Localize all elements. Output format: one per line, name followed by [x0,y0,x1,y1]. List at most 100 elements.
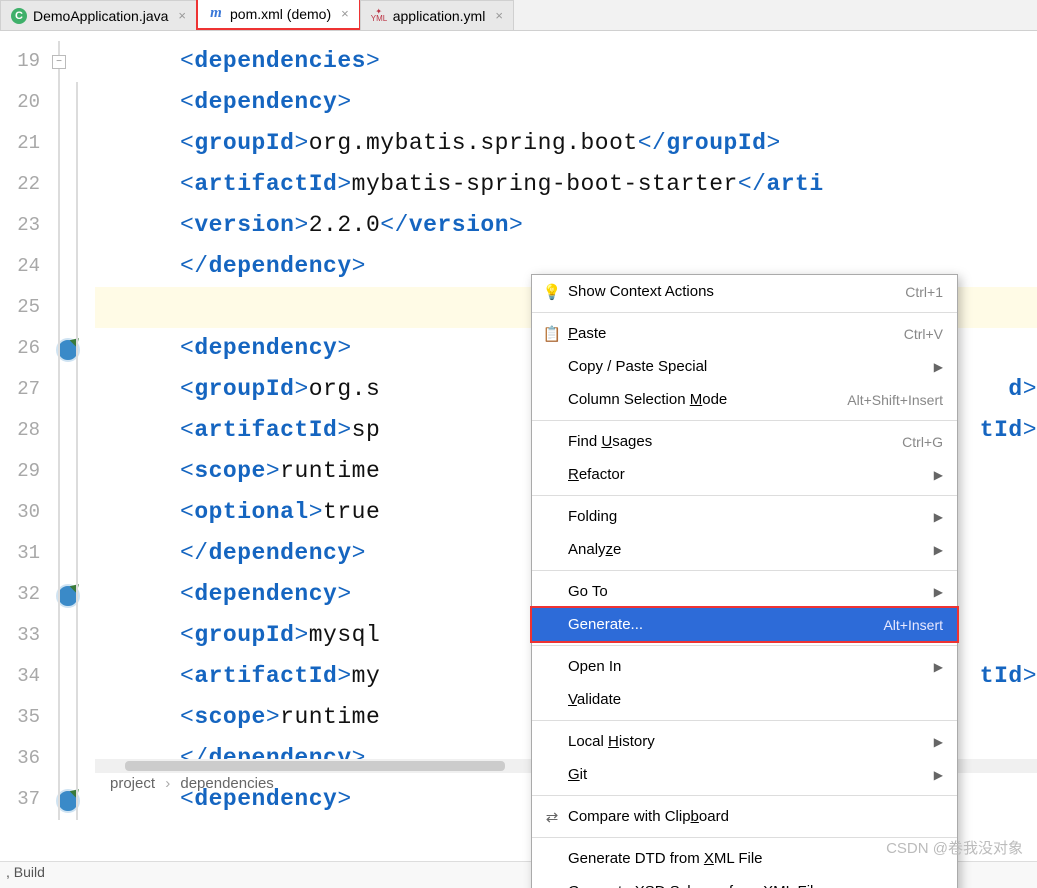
menu-shortcut: Ctrl+V [904,326,943,342]
line-number: 28 [0,410,50,451]
menu-item-label: Local History [564,733,934,750]
menu-item-label: Compare with Clipboard [564,808,943,825]
tab-label: application.yml [393,8,486,24]
menu-item-go-to[interactable]: Go To▶ [532,575,957,608]
line-number: 21 [0,123,50,164]
tab-application-yml[interactable]: ✦YML application.yml × [360,0,514,30]
line-number: 19 [0,41,50,82]
line-number: 24 [0,246,50,287]
menu-item-generate-xsd-schema-from-xml-file-[interactable]: Generate XSD Schema from XML File... [532,875,957,888]
editor-tabs: CDemoApplication.java×mpom.xml (demo)×✦Y… [0,0,1037,31]
line-number: 32 [0,574,50,615]
line-number: 33 [0,615,50,656]
menu-item-local-history[interactable]: Local History▶ [532,725,957,758]
line-number: 23 [0,205,50,246]
code-line[interactable]: <dependencies> [95,41,1037,82]
menu-separator [532,495,957,496]
line-number: 20 [0,82,50,123]
line-number: 29 [0,451,50,492]
menu-item-column-selection-mode[interactable]: Column Selection ModeAlt+Shift+Insert [532,383,957,416]
menu-item-find-usages[interactable]: Find UsagesCtrl+G [532,425,957,458]
scrollbar-thumb[interactable] [125,761,505,771]
java-class-icon: C [11,8,27,24]
compare-icon: ⇄ [540,808,564,826]
menu-shortcut: Ctrl+G [902,434,943,450]
line-number: 22 [0,164,50,205]
submenu-arrow-icon: ▶ [934,468,943,482]
menu-item-compare-with-clipboard[interactable]: ⇄Compare with Clipboard [532,800,957,833]
breadcrumb-item[interactable]: dependencies [180,775,273,792]
tab-label: DemoApplication.java [33,8,168,24]
menu-item-analyze[interactable]: Analyze▶ [532,533,957,566]
menu-separator [532,795,957,796]
maven-icon: m [208,6,224,22]
menu-item-show-context-actions[interactable]: 💡Show Context ActionsCtrl+1 [532,275,957,308]
submenu-arrow-icon: ▶ [934,735,943,749]
menu-separator [532,570,957,571]
fold-toggle-icon[interactable]: − [52,55,66,69]
line-number: 31 [0,533,50,574]
menu-item-copy-paste-special[interactable]: Copy / Paste Special▶ [532,350,957,383]
menu-item-validate[interactable]: Validate [532,683,957,716]
line-number: 25 [0,287,50,328]
line-number: 37 [0,779,50,820]
paste-icon: 📋 [540,325,564,343]
close-icon[interactable]: × [178,8,186,23]
watermark: CSDN @卷我没对象 [886,837,1023,858]
menu-separator [532,645,957,646]
breadcrumb[interactable]: project › dependencies [110,775,274,792]
menu-item-paste[interactable]: 📋PasteCtrl+V [532,317,957,350]
menu-item-label: Paste [564,325,904,342]
menu-shortcut: Ctrl+1 [905,284,943,300]
menu-item-label: Generate XSD Schema from XML File... [564,883,943,888]
code-line-tail: tId> [974,410,1037,451]
line-number: 27 [0,369,50,410]
code-line[interactable]: <dependency> [95,82,1037,123]
menu-shortcut: Alt+Shift+Insert [847,392,943,408]
line-number: 36 [0,738,50,779]
submenu-arrow-icon: ▶ [934,660,943,674]
breadcrumb-separator: › [165,775,170,792]
submenu-arrow-icon: ▶ [934,510,943,524]
submenu-arrow-icon: ▶ [934,543,943,557]
line-number: 30 [0,492,50,533]
code-line[interactable]: <artifactId>mybatis-spring-boot-starter<… [95,164,1037,205]
menu-item-label: Go To [564,583,934,600]
menu-item-label: Open In [564,658,934,675]
menu-item-label: Copy / Paste Special [564,358,934,375]
tab-label: pom.xml (demo) [230,6,331,22]
menu-item-generate-[interactable]: Generate...Alt+Insert [530,606,959,643]
breadcrumb-item[interactable]: project [110,775,155,792]
menu-item-label: Column Selection Mode [564,391,847,408]
code-line[interactable]: <version>2.2.0</version> [95,205,1037,246]
bulb-icon: 💡 [540,283,564,301]
status-text: , Build [6,864,45,880]
menu-item-label: Refactor [564,466,934,483]
menu-item-folding[interactable]: Folding▶ [532,500,957,533]
menu-item-refactor[interactable]: Refactor▶ [532,458,957,491]
submenu-arrow-icon: ▶ [934,585,943,599]
close-icon[interactable]: × [341,6,349,21]
tab-demoapplication-java[interactable]: C DemoApplication.java × [0,0,197,30]
submenu-arrow-icon: ▶ [934,768,943,782]
menu-separator [532,420,957,421]
menu-item-label: Find Usages [564,433,902,450]
yml-icon: ✦YML [371,8,387,24]
menu-item-label: Validate [564,691,943,708]
submenu-arrow-icon: ▶ [934,360,943,374]
menu-item-label: Folding [564,508,934,525]
fold-column: − [50,31,95,817]
code-line[interactable]: <groupId>org.mybatis.spring.boot</groupI… [95,123,1037,164]
line-number: 35 [0,697,50,738]
editor-area: 19202122232425262728293031323334353637 −… [0,31,1037,817]
menu-item-git[interactable]: Git▶ [532,758,957,791]
menu-item-open-in[interactable]: Open In▶ [532,650,957,683]
close-icon[interactable]: × [495,8,503,23]
tab-pom-xml-demo-[interactable]: m pom.xml (demo) × [196,0,361,30]
line-number: 26 [0,328,50,369]
code-line-tail: tId> [974,656,1037,697]
menu-item-label: Show Context Actions [564,283,905,300]
menu-separator [532,312,957,313]
menu-shortcut: Alt+Insert [883,617,943,633]
code-line-tail: d> [1002,369,1037,410]
